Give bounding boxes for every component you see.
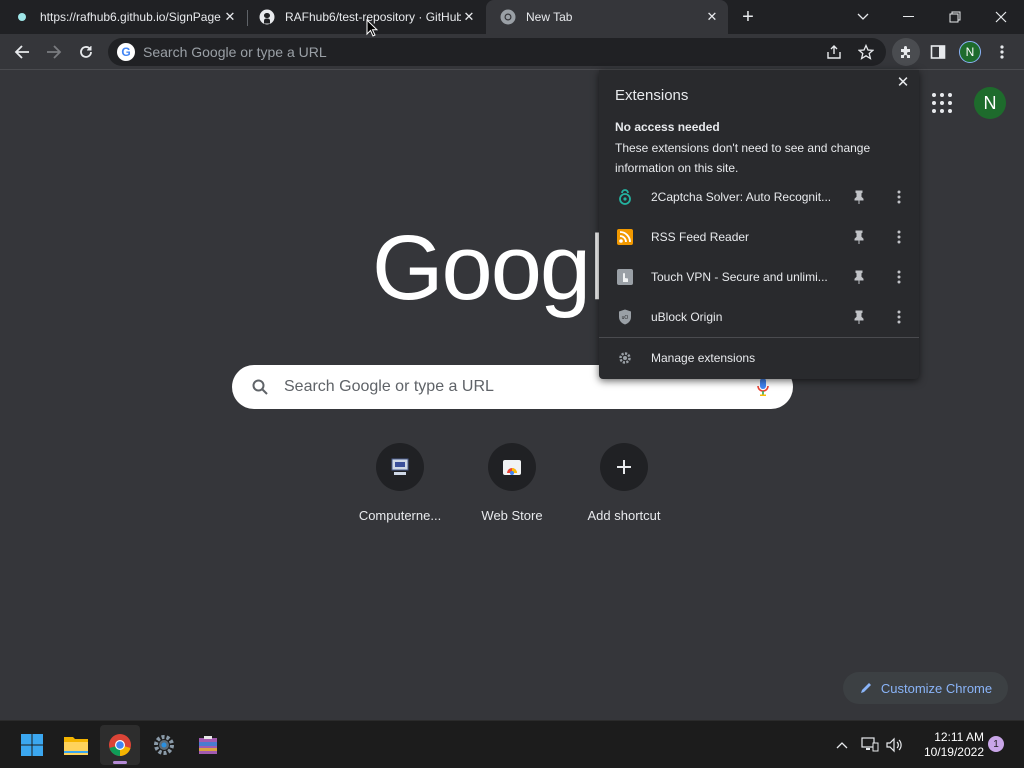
close-icon[interactable]: ✕ bbox=[895, 74, 911, 91]
tab-title: New Tab bbox=[526, 10, 573, 24]
more-vert-icon[interactable] bbox=[891, 309, 907, 325]
more-vert-icon[interactable] bbox=[891, 229, 907, 245]
more-vert-icon[interactable] bbox=[891, 269, 907, 285]
vpn-icon bbox=[617, 269, 633, 285]
shortcut-web-store[interactable]: Web Store bbox=[456, 443, 568, 523]
shortcut-label: Computerne... bbox=[358, 508, 442, 523]
file-explorer-icon[interactable] bbox=[56, 725, 96, 765]
volume-icon[interactable] bbox=[884, 733, 904, 757]
system-clock[interactable]: 12:11 AM 10/19/2022 bbox=[912, 730, 984, 760]
tab-strip: https://rafhub6.github.io/SignPage ✕ RAF… bbox=[0, 0, 1024, 34]
pin-icon[interactable] bbox=[851, 269, 867, 285]
extension-name: 2Captcha Solver: Auto Recognit... bbox=[651, 190, 832, 204]
shortcut-label: Web Store bbox=[481, 508, 543, 523]
windows-start-icon[interactable] bbox=[12, 725, 52, 765]
taskbar: 12:11 AM 10/19/2022 1 bbox=[0, 720, 1024, 768]
toolbar: G Search Google or type a URL N bbox=[0, 34, 1024, 70]
google-apps-icon[interactable] bbox=[930, 91, 954, 115]
account-avatar[interactable]: N bbox=[974, 87, 1006, 119]
minimize-icon[interactable] bbox=[886, 0, 932, 34]
chevron-up-icon[interactable] bbox=[834, 733, 850, 757]
captcha-icon bbox=[617, 189, 633, 205]
rss-icon bbox=[617, 229, 633, 245]
address-bar[interactable]: G Search Google or type a URL bbox=[108, 38, 886, 66]
network-icon[interactable] bbox=[860, 733, 880, 757]
winrar-icon[interactable] bbox=[188, 725, 228, 765]
site-favicon-icon bbox=[14, 9, 30, 25]
gear-icon bbox=[617, 350, 633, 366]
webstore-icon bbox=[488, 443, 536, 491]
extensions-puzzle-icon[interactable] bbox=[892, 38, 920, 66]
tab-new-tab[interactable]: New Tab ✕ bbox=[486, 0, 728, 34]
github-icon bbox=[259, 9, 275, 25]
plus-icon bbox=[600, 443, 648, 491]
svg-text:uO: uO bbox=[622, 315, 629, 321]
google-g-icon: G bbox=[117, 43, 135, 61]
restore-icon[interactable] bbox=[932, 0, 978, 34]
side-panel-icon[interactable] bbox=[926, 40, 950, 64]
extension-item[interactable]: uO uBlock Origin bbox=[599, 297, 919, 337]
search-placeholder: Search Google or type a URL bbox=[284, 378, 494, 395]
more-vert-icon[interactable] bbox=[891, 189, 907, 205]
tab-title: https://rafhub6.github.io/SignPage bbox=[40, 10, 221, 24]
mouse-cursor-icon bbox=[366, 19, 378, 37]
tab-github[interactable]: RAFhub6/test-repository · GitHub ✕ bbox=[245, 0, 485, 34]
customize-label: Customize Chrome bbox=[880, 680, 993, 696]
forward-arrow-icon[interactable] bbox=[42, 40, 66, 64]
section-description: These extensions don't need to see and c… bbox=[615, 141, 871, 175]
popup-title: Extensions bbox=[615, 87, 689, 104]
tab-signpage[interactable]: https://rafhub6.github.io/SignPage ✕ bbox=[0, 0, 246, 34]
tab-search-chevron-icon[interactable] bbox=[840, 0, 886, 34]
new-tab-plus-icon[interactable]: + bbox=[736, 5, 760, 29]
address-placeholder: Search Google or type a URL bbox=[143, 44, 327, 60]
chrome-menu-icon[interactable] bbox=[990, 40, 1014, 64]
extension-name: uBlock Origin bbox=[651, 310, 723, 324]
extension-name: RSS Feed Reader bbox=[651, 230, 750, 244]
close-tab-icon[interactable]: ✕ bbox=[704, 9, 720, 25]
shortcut-computernews[interactable]: Computerne... bbox=[344, 443, 456, 523]
clock-time: 12:11 AM bbox=[934, 730, 984, 744]
close-tab-icon[interactable]: ✕ bbox=[222, 9, 238, 25]
profile-avatar-small[interactable]: N bbox=[959, 41, 981, 63]
pencil-icon bbox=[860, 683, 871, 693]
extensions-popup: Extensions ✕ No access needed These exte… bbox=[599, 70, 919, 379]
extension-name: Touch VPN - Secure and unlimi... bbox=[651, 270, 828, 284]
manage-label: Manage extensions bbox=[651, 351, 756, 365]
ublock-icon: uO bbox=[617, 309, 633, 325]
extension-item[interactable]: RSS Feed Reader bbox=[599, 217, 919, 257]
bookmark-star-icon[interactable] bbox=[854, 40, 878, 64]
pin-icon[interactable] bbox=[851, 309, 867, 325]
extension-item[interactable]: Touch VPN - Secure and unlimi... bbox=[599, 257, 919, 297]
close-tab-icon[interactable]: ✕ bbox=[461, 9, 477, 25]
pin-icon[interactable] bbox=[851, 189, 867, 205]
chrome-taskbar-icon[interactable] bbox=[100, 725, 140, 765]
back-arrow-icon[interactable] bbox=[10, 40, 34, 64]
pin-icon[interactable] bbox=[851, 229, 867, 245]
search-icon bbox=[250, 377, 270, 397]
manage-extensions-button[interactable]: Manage extensions bbox=[599, 338, 919, 378]
customize-chrome-button[interactable]: Customize Chrome bbox=[843, 672, 1008, 704]
settings-gear-icon[interactable] bbox=[144, 725, 184, 765]
section-title: No access needed bbox=[615, 120, 720, 134]
shortcut-label: Add shortcut bbox=[587, 508, 661, 523]
notification-badge[interactable]: 1 bbox=[988, 736, 1004, 752]
add-shortcut-button[interactable]: Add shortcut bbox=[568, 443, 680, 523]
computer-icon bbox=[376, 443, 424, 491]
extension-item[interactable]: 2Captcha Solver: Auto Recognit... bbox=[599, 177, 919, 217]
reload-icon[interactable] bbox=[74, 40, 98, 64]
clock-date: 10/19/2022 bbox=[923, 745, 984, 759]
share-icon[interactable] bbox=[822, 40, 846, 64]
active-indicator bbox=[113, 761, 127, 764]
close-window-icon[interactable] bbox=[978, 0, 1024, 34]
chrome-icon bbox=[500, 9, 516, 25]
